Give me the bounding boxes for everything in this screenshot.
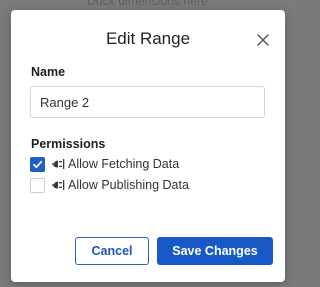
close-button[interactable] [255,32,271,48]
plug-icon [52,180,65,190]
permission-publishing-row[interactable]: Allow Publishing Data [30,177,189,193]
backdrop-placeholder-text: Dock dimensions here [87,0,208,8]
range-name-input[interactable] [30,86,265,118]
close-icon [257,34,269,46]
name-label: Name [31,65,66,79]
edit-range-dialog: Edit Range Name Permissions Allow Fetchi… [11,10,285,282]
publishing-label: Allow Publishing Data [68,178,189,192]
fetching-checkbox[interactable] [30,156,45,172]
permissions-label: Permissions [31,137,106,151]
plug-icon [52,159,65,169]
fetching-label: Allow Fetching Data [68,157,180,171]
permission-fetching-row[interactable]: Allow Fetching Data [30,156,179,172]
save-changes-button[interactable]: Save Changes [157,237,273,265]
dialog-title: Edit Range [105,29,191,48]
checkmark-icon [33,160,43,168]
cancel-button[interactable]: Cancel [75,237,149,265]
publishing-checkbox[interactable] [30,177,45,193]
